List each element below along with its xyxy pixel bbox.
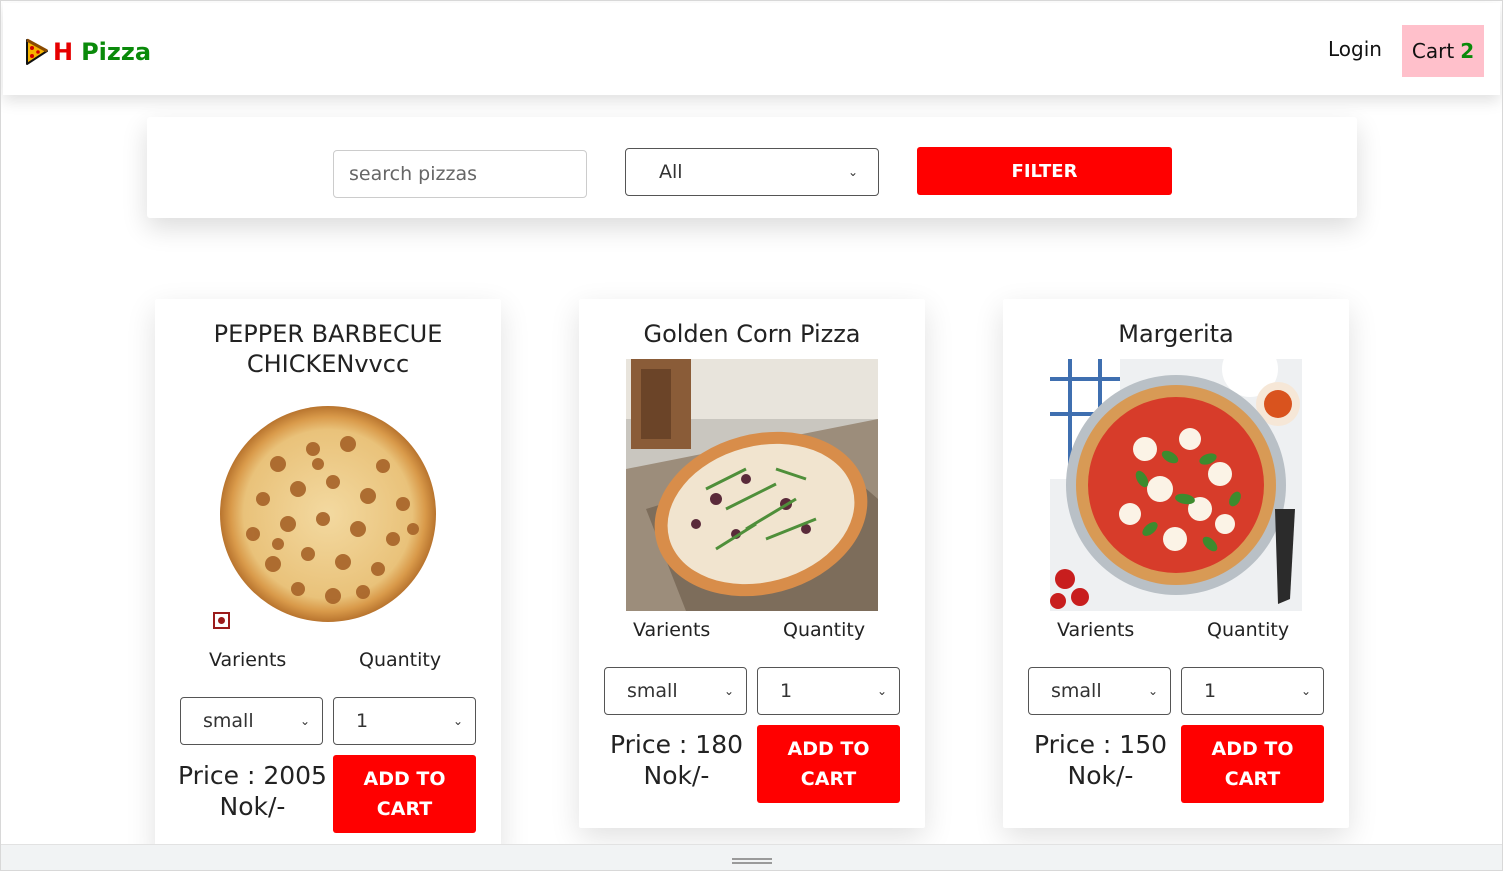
cart-link[interactable]: Cart 2 [1402,25,1484,77]
cart-count-badge: 2 [1460,39,1475,63]
add-to-cart-button[interactable]: ADD TO CART [333,755,476,833]
filter-button[interactable]: FILTER [917,147,1172,195]
variant-value: small [203,710,254,732]
quantity-select[interactable]: 1 ⌄ [757,667,900,715]
pizza-name: PEPPER BARBECUE CHICKENvvcc [213,320,443,378]
brand-name-second: Pizza [81,38,152,66]
quantity-label: Quantity [1207,619,1290,641]
variant-value: small [627,680,678,702]
variant-select[interactable]: small ⌄ [604,667,747,715]
search-input[interactable] [333,150,587,198]
browser-viewport: H Pizza Login Cart 2 All ⌄ FILTER PEPPER… [0,0,1503,871]
pizza-card: Golden Corn Pizza Varients Quantity smal… [579,299,925,828]
variant-select[interactable]: small ⌄ [180,697,323,745]
pizza-card: Margerita Varients Quantity small ⌄ 1 ⌄ … [1003,299,1349,828]
filter-bar: All ⌄ FILTER [147,117,1357,218]
add-to-cart-button[interactable]: ADD TO CART [1181,725,1324,803]
quantity-select[interactable]: 1 ⌄ [1181,667,1324,715]
quantity-value: 1 [780,680,793,702]
chevron-down-icon: ⌄ [299,714,310,728]
quantity-value: 1 [356,710,369,732]
chevron-down-icon: ⌄ [847,165,858,179]
non-veg-icon [213,612,230,629]
pizza-image[interactable] [626,359,878,611]
chevron-down-icon: ⌄ [723,684,734,698]
quantity-select[interactable]: 1 ⌄ [333,697,476,745]
pizza-image[interactable] [218,404,438,624]
chevron-down-icon: ⌄ [876,684,887,698]
pizza-card: PEPPER BARBECUE CHICKENvvcc Varients Qua… [155,299,501,859]
variants-label: Varients [633,619,711,641]
pizza-name: Golden Corn Pizza [643,320,861,348]
pizza-slice-icon [26,38,48,65]
variant-select[interactable]: small ⌄ [1028,667,1171,715]
chevron-down-icon: ⌄ [452,714,463,728]
price-text: Price : 150 Nok/- [1033,730,1168,790]
variants-label: Varients [209,649,287,671]
price-text: Price : 180 Nok/- [609,730,744,790]
brand-name-first: H [53,38,74,66]
resize-handle[interactable] [732,858,772,864]
login-link[interactable]: Login [1328,37,1382,61]
cart-label: Cart [1411,39,1455,63]
variant-value: small [1051,680,1102,702]
quantity-value: 1 [1204,680,1217,702]
add-to-cart-button[interactable]: ADD TO CART [757,725,900,803]
quantity-label: Quantity [359,649,442,671]
navbar: H Pizza Login Cart 2 [3,3,1500,95]
chevron-down-icon: ⌄ [1300,684,1311,698]
pizza-name: Margerita [1118,320,1234,348]
chevron-down-icon: ⌄ [1147,684,1158,698]
price-text: Price : 2005 Nok/- [178,761,327,821]
pizza-image[interactable] [1050,359,1302,611]
bottom-panel-bar [1,844,1502,870]
quantity-label: Quantity [783,619,866,641]
brand-logo[interactable]: H Pizza [25,35,151,69]
category-selected-value: All [659,161,683,183]
variants-label: Varients [1057,619,1135,641]
category-select[interactable]: All ⌄ [625,148,879,196]
